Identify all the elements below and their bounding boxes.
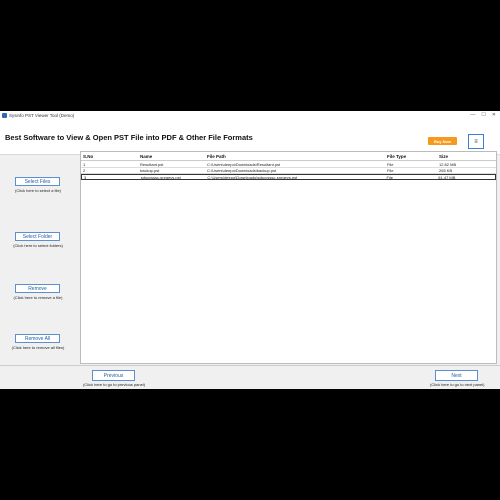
cell-file-type: File	[387, 168, 394, 173]
menu-button[interactable]: ≡	[468, 134, 484, 149]
cell-file-type: File	[386, 174, 393, 180]
cell-size: 61.47 MB	[438, 174, 456, 180]
select-files-button[interactable]: Select Files	[15, 177, 60, 186]
column-header-sno[interactable]: S.No	[81, 154, 138, 159]
column-header-file-type[interactable]: File Type	[385, 154, 437, 159]
cell-file-path: C:\Users\deepo\Downloads\Resultant.pst	[207, 162, 281, 167]
window-controls: — ☐ ✕	[470, 112, 496, 118]
cell-file-path: C:\Users\deepo\Downloads\backup.pst	[207, 168, 277, 173]
page-title: Best Software to View & Open PST File in…	[5, 133, 253, 142]
maximize-icon[interactable]: ☐	[481, 112, 485, 118]
column-header-file-path[interactable]: File Path	[205, 154, 385, 159]
select-folder-hint: (Click here to select folders)	[13, 243, 63, 248]
column-header-size[interactable]: Size	[437, 154, 496, 159]
cell-size: 12.82 MB	[439, 162, 457, 167]
app-icon	[2, 113, 7, 118]
hamburger-icon: ≡	[474, 138, 478, 145]
select-folder-button[interactable]: Select Folder	[15, 232, 60, 241]
remove-hint: (Click here to remove a file)	[13, 295, 63, 300]
cell-sno: 2	[83, 168, 86, 173]
minimize-icon[interactable]: —	[470, 112, 475, 118]
next-button[interactable]: Next	[435, 370, 478, 381]
next-hint: (Click here to go to next panel)	[430, 382, 485, 387]
cell-sno: 3	[84, 174, 87, 180]
cell-sno: 1	[83, 162, 86, 167]
buy-now-button[interactable]: Buy Now	[428, 137, 457, 145]
table-header: S.No Name File Path File Type Size	[81, 152, 496, 161]
cell-name: Resultant.pst	[140, 162, 164, 167]
cell-name: sdsccsssc-sregevs.pst	[140, 174, 181, 180]
remove-all-button[interactable]: Remove All	[15, 334, 60, 343]
window-title: Sysinfo PST Viewer Tool (Demo)	[9, 113, 75, 118]
header: Best Software to View & Open PST File in…	[0, 120, 500, 155]
cell-file-path: C:\Users\deepo\Downloads\sdsccsssc-srege…	[207, 174, 298, 180]
previous-button[interactable]: Previous	[92, 370, 135, 381]
cell-file-type: File	[387, 162, 394, 167]
remove-button[interactable]: Remove	[15, 284, 60, 293]
file-table[interactable]: S.No Name File Path File Type Size 1 Res…	[80, 151, 497, 364]
column-header-name[interactable]: Name	[138, 154, 205, 159]
select-files-hint: (Click here to select a file)	[14, 188, 61, 193]
app-window: Sysinfo PST Viewer Tool (Demo) — ☐ ✕ Bes…	[0, 111, 500, 389]
close-icon[interactable]: ✕	[492, 112, 496, 118]
title-bar: Sysinfo PST Viewer Tool (Demo) — ☐ ✕	[0, 111, 500, 120]
cell-name: backup.pst	[140, 168, 160, 173]
footer-nav: Previous (Click here to go to previous p…	[0, 365, 500, 389]
table-row-selected[interactable]: 3 sdsccsssc-sregevs.pst C:\Users\deepo\D…	[81, 174, 496, 180]
remove-all-hint: (Click here to remove all files)	[11, 345, 65, 350]
previous-hint: (Click here to go to previous panel)	[83, 382, 146, 387]
cell-size: 265 KB	[439, 168, 453, 173]
